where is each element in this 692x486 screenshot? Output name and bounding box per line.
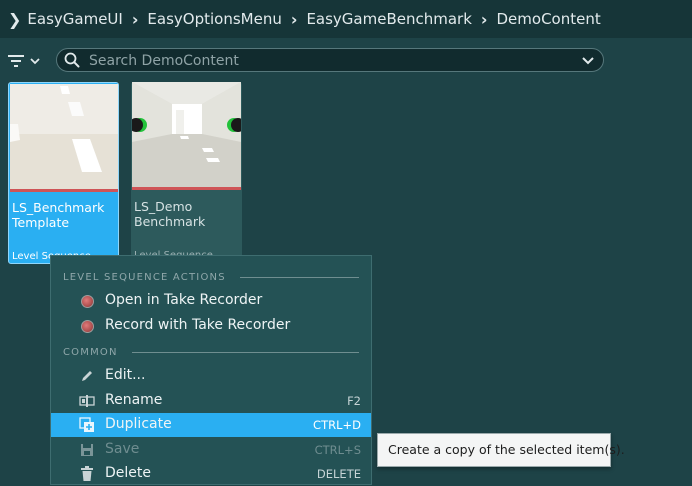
chevron-right-icon: ›	[131, 9, 139, 29]
chevron-down-icon[interactable]	[581, 56, 595, 66]
menu-item-record-with-take-recorder[interactable]: Record with Take Recorder	[51, 314, 371, 338]
menu-item-edit[interactable]: Edit...	[51, 364, 371, 388]
menu-item-save[interactable]: Save CTRL+S	[51, 438, 371, 462]
menu-section-common: COMMON	[63, 345, 359, 359]
menu-item-open-in-take-recorder[interactable]: Open in Take Recorder	[51, 289, 371, 313]
context-menu: LEVEL SEQUENCE ACTIONS Open in Take Reco…	[50, 255, 372, 485]
asset-name: LS_Benchmark Template	[12, 200, 105, 230]
breadcrumb-item-democontent[interactable]: DemoContent	[497, 10, 601, 28]
menu-item-duplicate[interactable]: Duplicate CTRL+D	[51, 413, 371, 437]
chevron-right-icon: ›	[480, 9, 488, 29]
filter-icon	[8, 55, 24, 67]
filter-button[interactable]	[8, 51, 48, 71]
breadcrumb-item-easygameui[interactable]: EasyGameUI	[27, 10, 122, 28]
menu-item-rename[interactable]: Rename F2	[51, 389, 371, 413]
save-icon	[79, 442, 95, 458]
chevron-right-icon: ›	[290, 9, 298, 29]
breadcrumb: ❯ EasyGameUI › EasyOptionsMenu › EasyGam…	[0, 0, 692, 38]
take-recorder-icon	[79, 293, 95, 309]
asset-tile-ls-benchmark-template[interactable]: LS_BenchmarkTemplate Level Sequence	[8, 82, 119, 264]
asset-tile-ls-demo-benchmark[interactable]: LS_DemoBenchmark Level Sequence	[131, 82, 242, 264]
asset-name: LS_Demo Benchmark	[134, 199, 206, 229]
menu-item-delete[interactable]: Delete DELETE	[51, 462, 371, 486]
chevron-down-icon	[30, 58, 40, 65]
breadcrumb-item-easygamebenchmark[interactable]: EasyGameBenchmark	[306, 10, 471, 28]
search-box[interactable]	[56, 48, 604, 72]
take-recorder-icon	[79, 318, 95, 334]
tooltip: Create a copy of the selected item(s).	[377, 433, 625, 467]
rename-icon	[79, 393, 95, 409]
pencil-icon	[79, 368, 95, 384]
duplicate-icon	[79, 417, 95, 433]
breadcrumb-item-easyoptionsmenu[interactable]: EasyOptionsMenu	[147, 10, 281, 28]
search-input[interactable]	[87, 51, 571, 71]
asset-thumbnail	[132, 82, 241, 190]
chevron-right-icon[interactable]: ❯	[8, 10, 21, 29]
trash-icon	[79, 466, 95, 482]
menu-section-level-sequence-actions: LEVEL SEQUENCE ACTIONS	[63, 270, 359, 284]
asset-thumbnail	[10, 84, 118, 192]
search-icon	[64, 52, 80, 68]
